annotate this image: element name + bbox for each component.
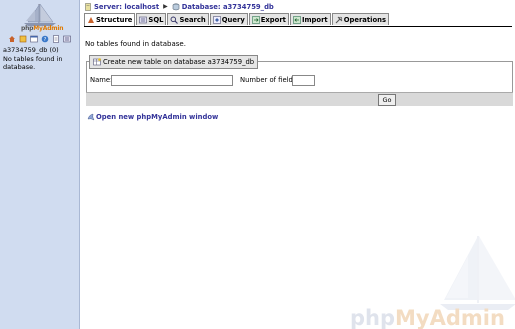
breadcrumb: Server: localhost ▶ Database: a3734759_d… [84,1,274,12]
home-icon[interactable] [8,35,16,43]
nav-no-tables-text: No tables found in database. [3,54,63,72]
tab-bar: Structure SQL Search Query Export Import… [84,13,512,27]
go-button[interactable]: Go [378,94,396,106]
tab-search[interactable]: Search [167,13,209,25]
go-bar: Go [86,92,513,106]
nav-database-link[interactable]: a3734759_db (0) [3,46,59,54]
nav-database-info: a3734759_db (0) No tables found in datab… [3,46,79,72]
breadcrumb-server[interactable]: Server: localhost [94,3,159,11]
query-icon [212,15,221,24]
tab-label: Query [221,15,245,24]
svg-text:?: ? [44,37,47,43]
logo-text: phpMyAdmin [21,25,64,32]
docs-icon[interactable] [52,35,60,43]
tab-label: SQL [148,15,164,24]
tab-sql[interactable]: SQL [136,13,167,25]
tab-label: Import [301,15,328,24]
exit-icon[interactable] [19,35,27,43]
breadcrumb-separator-icon: ▶ [163,3,168,10]
create-table-legend-text: Create new table on database a3734759_db [103,58,255,66]
main-frame: Server: localhost ▶ Database: a3734759_d… [80,0,515,329]
server-icon [84,2,92,11]
database-icon [172,3,180,11]
tab-label: Operations [343,15,387,24]
query-window-icon[interactable] [30,35,38,43]
fields-label: Number of fields: [240,76,299,84]
new-window-icon [87,113,95,121]
structure-icon [87,16,95,24]
export-icon [251,15,260,24]
open-new-window-link[interactable]: Open new phpMyAdmin window [87,113,218,121]
table-name-input[interactable] [111,75,233,86]
tab-label: Export [260,15,286,24]
name-label: Name: [90,76,113,84]
new-table-icon [93,58,101,66]
breadcrumb-database[interactable]: Database: a3734759_db [182,3,274,11]
phpmyadmin-watermark-logo: phpMyAdmin [350,236,515,329]
phpmyadmin-logo[interactable]: phpMyAdmin [8,2,72,32]
no-tables-message: No tables found in database. [85,40,186,48]
search-icon [170,16,179,24]
import-icon [293,15,301,24]
number-of-fields-input[interactable] [292,75,315,86]
tab-export[interactable]: Export [248,13,289,25]
watermark-text: phpMyAdmin [350,306,505,329]
sql-icon [139,16,148,24]
tab-structure[interactable]: Structure [84,13,136,26]
help-icon[interactable]: ? [41,35,49,43]
tab-label: Search [179,15,206,24]
tab-import[interactable]: Import [289,13,331,25]
tab-query[interactable]: Query [209,13,248,25]
open-new-window-text: Open new phpMyAdmin window [96,113,219,121]
operations-icon [335,16,343,24]
tab-label: Structure [96,16,133,24]
nav-toolbar: ? [8,35,71,43]
sql-icon[interactable] [63,35,71,43]
navigation-frame: phpMyAdmin ? a3734759_db (0) No tables f… [0,0,80,329]
tab-operations[interactable]: Operations [331,13,390,25]
create-table-legend: Create new table on database a3734759_db [89,55,259,69]
